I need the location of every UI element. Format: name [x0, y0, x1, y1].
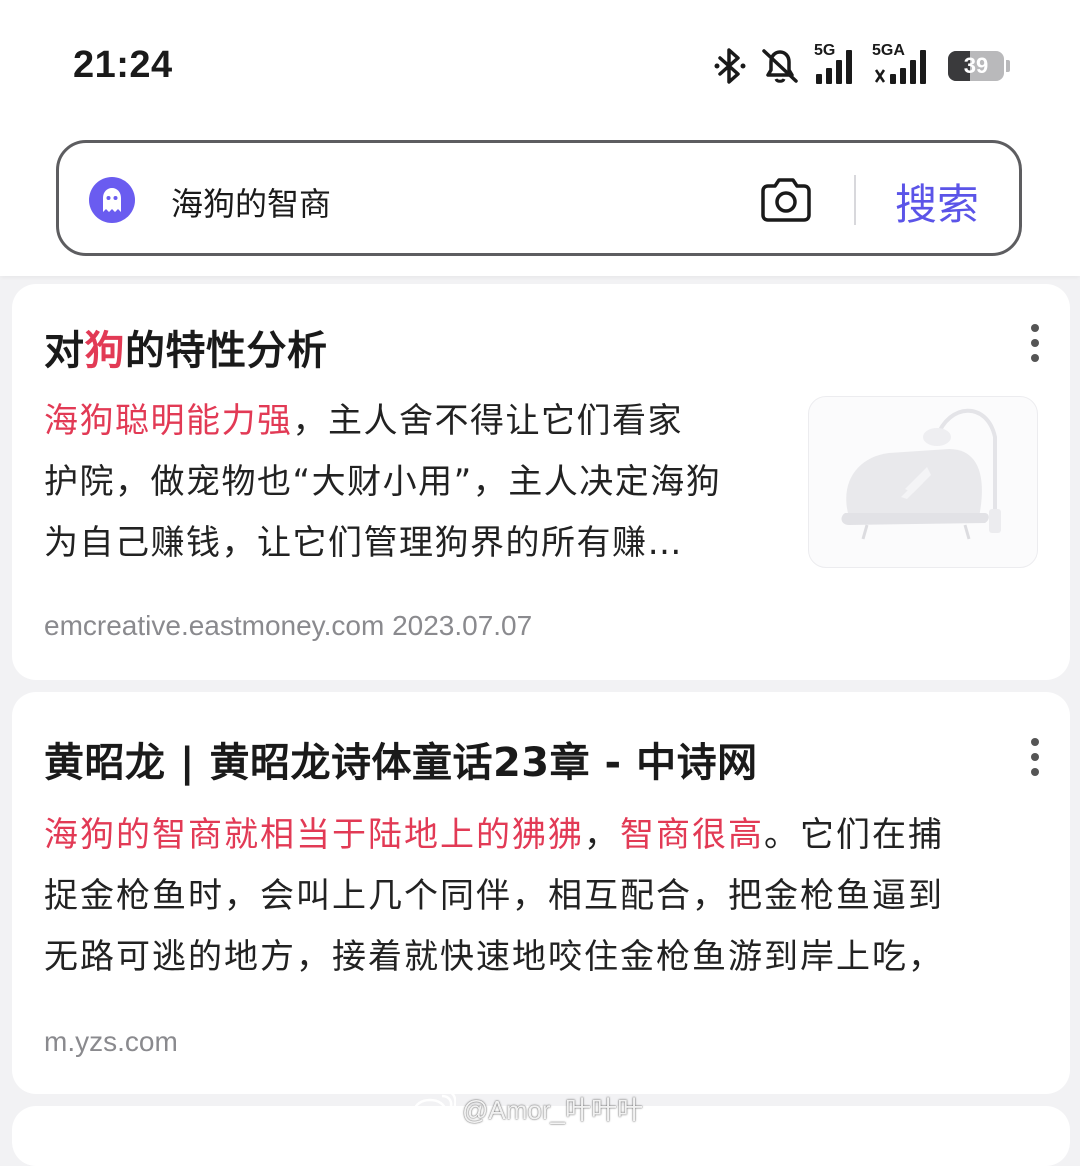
- camera-icon[interactable]: [759, 177, 813, 227]
- snippet-line: 无路可逃的地方，接着就快速地咬住金枪鱼游到岸上吃，: [44, 937, 944, 977]
- assistant-ghost-icon[interactable]: [89, 177, 135, 223]
- result-snippet: 海狗聪明能力强，主人舍不得让它们看家 护院，做宠物也“大财小用”，主人决定海狗 …: [44, 391, 784, 574]
- result-card[interactable]: 对狗的特性分析 海狗聪明能力强，主人舍不得让它们看家 护院，做宠物也“大财小用”…: [12, 284, 1070, 680]
- status-icons: 5G 5GA 39: [714, 42, 1010, 88]
- status-time: 21:24: [73, 44, 173, 86]
- muted-bell-icon: [760, 47, 800, 85]
- weibo-icon: [412, 1088, 457, 1129]
- result-card[interactable]: 黄昭龙 | 黄昭龙诗体童话23章 - 中诗网 海狗的智商就相当于陆地上的狒狒，智…: [12, 692, 1070, 1094]
- snippet-line: 海狗的智商就相当于陆地上的狒狒，智商很高。它们在捕: [44, 815, 944, 855]
- search-divider: [854, 175, 856, 225]
- signal-5ga-icon: 5GA: [872, 42, 934, 86]
- signal-5g-icon: 5G: [814, 42, 858, 86]
- bluetooth-icon: [714, 48, 746, 84]
- snippet-line: 捉金枪鱼时，会叫上几个同伴，相互配合，把金枪鱼逼到: [44, 876, 944, 916]
- result-title[interactable]: 黄昭龙 | 黄昭龙诗体童话23章 - 中诗网: [44, 730, 758, 788]
- watermark: @Amor_叶叶叶: [412, 1088, 643, 1128]
- result-thumbnail[interactable]: [808, 396, 1038, 568]
- snippet-line: 护院，做宠物也“大财小用”，主人决定海狗: [44, 462, 722, 502]
- battery-icon: 39: [948, 51, 1010, 81]
- top-bar: 21:24 5G 5GA 39 海狗的智商 搜索: [0, 0, 1080, 276]
- snippet-line: 海狗聪明能力强，主人舍不得让它们看家: [44, 401, 683, 441]
- search-button[interactable]: 搜索: [895, 171, 979, 232]
- more-options-icon[interactable]: [1030, 738, 1040, 776]
- result-title[interactable]: 对狗的特性分析: [44, 318, 328, 376]
- result-snippet: 海狗的智商就相当于陆地上的狒狒，智商很高。它们在捕 捉金枪鱼时，会叫上几个同伴，…: [44, 805, 1054, 988]
- result-source: emcreative.eastmoney.com 2023.07.07: [44, 610, 533, 641]
- result-date: 2023.07.07: [392, 610, 533, 641]
- result-source: m.yzs.com: [44, 1026, 178, 1057]
- more-options-icon[interactable]: [1030, 324, 1040, 362]
- search-bar[interactable]: 海狗的智商 搜索: [56, 140, 1022, 256]
- search-input[interactable]: 海狗的智商: [171, 179, 331, 225]
- snippet-line: 为自己赚钱，让它们管理狗界的所有赚…: [44, 523, 683, 563]
